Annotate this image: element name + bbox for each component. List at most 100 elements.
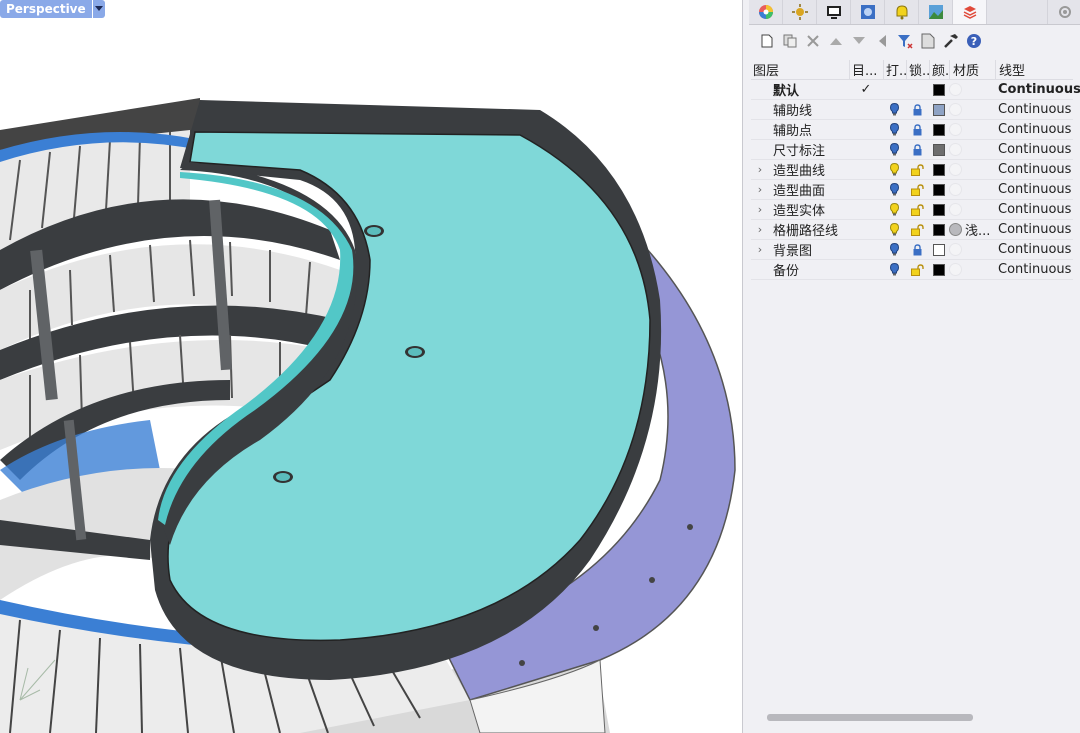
layer-current-cell[interactable]: ✓	[849, 82, 883, 97]
viewport-menu-chevron-icon[interactable]	[92, 0, 105, 18]
horizontal-scrollbar[interactable]	[767, 714, 973, 721]
layer-color-swatch[interactable]	[933, 203, 945, 216]
layer-color-swatch[interactable]	[933, 123, 945, 136]
layer-name[interactable]: 辅助点	[767, 120, 812, 139]
layer-material-cell[interactable]	[949, 263, 995, 276]
visibility-bulb-icon[interactable]	[883, 243, 906, 256]
layer-name[interactable]: 默认	[767, 80, 799, 99]
lock-icon[interactable]	[906, 243, 929, 256]
layer-name-cell[interactable]: 尺寸标注	[751, 140, 849, 159]
move-left-icon[interactable]	[872, 31, 892, 51]
unlock-icon[interactable]	[906, 163, 929, 176]
layer-row[interactable]: 默认 ✓ Continuous	[751, 80, 1080, 100]
column-header-color[interactable]: 颜...	[929, 60, 949, 79]
layer-color-cell[interactable]	[929, 263, 949, 276]
layer-row[interactable]: › 格栅路径线 浅... Continuous	[751, 220, 1073, 240]
expand-chevron-icon[interactable]: ›	[753, 163, 767, 176]
layer-name-cell[interactable]: › 造型曲面	[751, 180, 849, 199]
visibility-bulb-icon[interactable]	[883, 223, 906, 236]
layer-color-swatch[interactable]	[933, 83, 945, 96]
layer-row[interactable]: › 背景图 Continuous	[751, 240, 1073, 260]
visibility-bulb-icon[interactable]	[883, 103, 906, 116]
visibility-bulb-icon[interactable]	[883, 203, 906, 216]
layer-name[interactable]: 格栅路径线	[767, 220, 838, 239]
settings-icon[interactable]	[1047, 0, 1080, 24]
layer-name[interactable]: 尺寸标注	[767, 140, 825, 159]
layer-color-swatch[interactable]	[933, 223, 945, 236]
layer-material-cell[interactable]	[949, 143, 995, 156]
expand-chevron-icon[interactable]: ›	[753, 183, 767, 196]
layer-row[interactable]: › 造型实体 Continuous	[751, 200, 1073, 220]
layer-material-cell[interactable]	[949, 243, 995, 256]
layer-material-cell[interactable]: 浅...	[949, 220, 995, 239]
lock-icon[interactable]	[906, 143, 929, 156]
layer-color-swatch[interactable]	[933, 143, 945, 156]
lock-icon[interactable]	[906, 103, 929, 116]
layer-color-cell[interactable]	[929, 203, 949, 216]
column-header-current[interactable]: 目...	[849, 60, 883, 79]
layer-material-cell[interactable]	[949, 123, 995, 136]
filter-icon[interactable]	[895, 31, 915, 51]
layer-name[interactable]: 备份	[767, 260, 799, 279]
layer-linetype[interactable]: Continuous	[995, 122, 1073, 137]
visibility-bulb-icon[interactable]	[883, 183, 906, 196]
layer-name-cell[interactable]: › 格栅路径线	[751, 220, 849, 239]
expand-chevron-icon[interactable]: ›	[753, 223, 767, 236]
unlock-icon[interactable]	[906, 263, 929, 276]
layer-linetype[interactable]: Continuous	[995, 182, 1073, 197]
layer-material-cell[interactable]	[949, 163, 995, 176]
column-header-name[interactable]: 图层	[751, 60, 849, 79]
layer-name[interactable]: 造型曲线	[767, 160, 825, 179]
column-header-lock[interactable]: 锁...	[906, 60, 929, 79]
unlock-icon[interactable]	[906, 183, 929, 196]
column-header-visible[interactable]: 打...	[883, 60, 906, 79]
layer-linetype[interactable]: Continuous	[995, 102, 1073, 117]
layer-linetype[interactable]: Continuous	[995, 222, 1073, 237]
layer-name-cell[interactable]: 默认	[751, 80, 849, 99]
display-icon[interactable]	[817, 0, 851, 24]
lock-icon[interactable]	[906, 123, 929, 136]
layer-color-cell[interactable]	[929, 143, 949, 156]
unlock-icon[interactable]	[906, 203, 929, 216]
viewport-label[interactable]: Perspective	[0, 0, 92, 18]
layer-color-cell[interactable]	[929, 103, 949, 116]
visibility-bulb-icon[interactable]	[883, 263, 906, 276]
layer-material-cell[interactable]	[949, 203, 995, 216]
viewport-tab[interactable]: Perspective	[0, 0, 105, 18]
expand-chevron-icon[interactable]: ›	[753, 203, 767, 216]
visibility-bulb-icon[interactable]	[883, 143, 906, 156]
layer-color-cell[interactable]	[929, 83, 949, 96]
environment-icon[interactable]	[919, 0, 953, 24]
layer-color-cell[interactable]	[929, 243, 949, 256]
layer-color-swatch[interactable]	[933, 163, 945, 176]
move-down-icon[interactable]	[849, 31, 869, 51]
layer-state-icon[interactable]	[918, 31, 938, 51]
delete-icon[interactable]	[803, 31, 823, 51]
new-sublayer-icon[interactable]	[780, 31, 800, 51]
layer-row[interactable]: 辅助点 Continuous	[751, 120, 1073, 140]
layer-linetype[interactable]: Continuous	[995, 142, 1073, 157]
layer-row[interactable]: 辅助线 Continuous	[751, 100, 1073, 120]
visibility-bulb-icon[interactable]	[883, 123, 906, 136]
layer-name-cell[interactable]: 备份	[751, 260, 849, 279]
layer-linetype[interactable]: Continuous	[995, 82, 1080, 97]
layer-material-cell[interactable]	[949, 83, 995, 96]
layer-name[interactable]: 造型实体	[767, 200, 825, 219]
new-layer-icon[interactable]	[757, 31, 777, 51]
layer-color-cell[interactable]	[929, 183, 949, 196]
layer-row[interactable]: 尺寸标注 Continuous	[751, 140, 1073, 160]
rendering-icon[interactable]	[851, 0, 885, 24]
layer-color-swatch[interactable]	[933, 103, 945, 116]
visibility-bulb-icon[interactable]	[883, 163, 906, 176]
layer-color-cell[interactable]	[929, 163, 949, 176]
layer-name[interactable]: 造型曲面	[767, 180, 825, 199]
layer-linetype[interactable]: Continuous	[995, 262, 1073, 277]
layer-material-cell[interactable]	[949, 103, 995, 116]
expand-chevron-icon[interactable]: ›	[753, 243, 767, 256]
layer-linetype[interactable]: Continuous	[995, 162, 1073, 177]
layer-name-cell[interactable]: › 造型曲线	[751, 160, 849, 179]
layer-name-cell[interactable]: 辅助点	[751, 120, 849, 139]
layer-color-swatch[interactable]	[933, 263, 945, 276]
layer-material-cell[interactable]	[949, 183, 995, 196]
unlock-icon[interactable]	[906, 223, 929, 236]
